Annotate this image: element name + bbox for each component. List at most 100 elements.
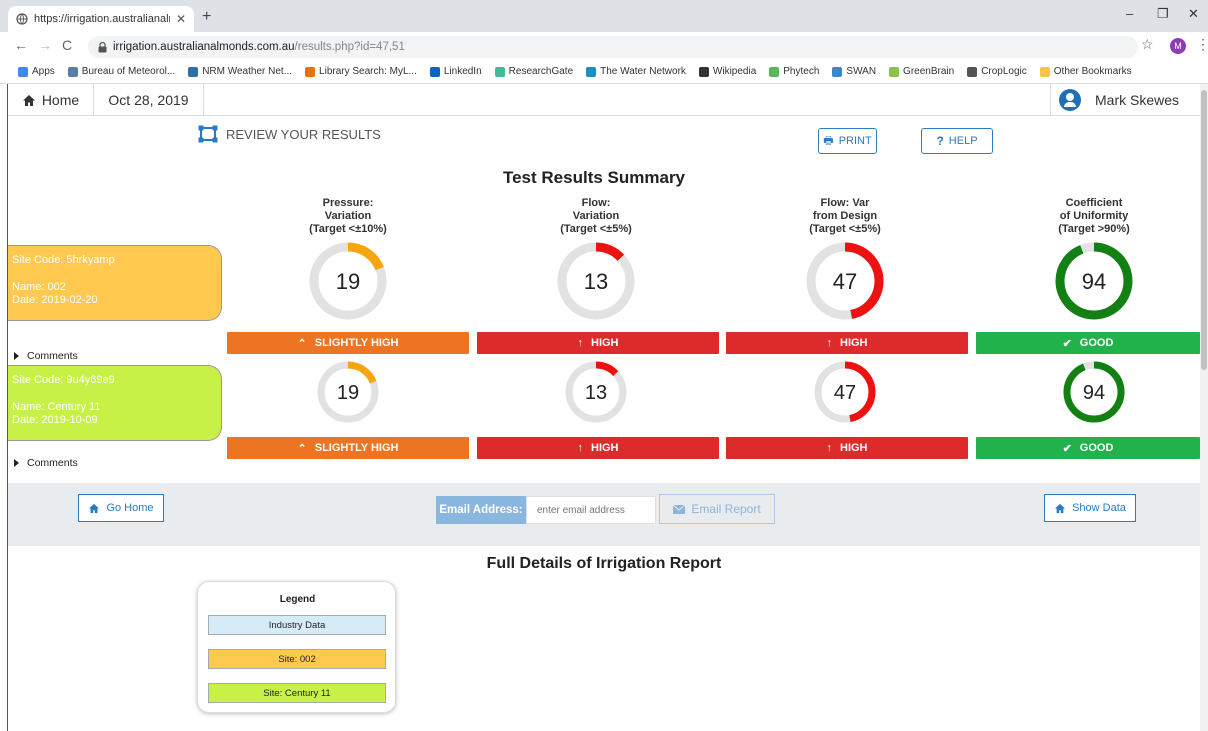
site-card[interactable]: Site Code: 9u4y69e9 Name: Century 11 Date:… [8, 365, 222, 441]
bookmark-item[interactable]: Library Search: MyL... [305, 66, 417, 77]
metric-value: 19 [336, 269, 360, 294]
bookmark-item[interactable]: GreenBrain [889, 66, 954, 77]
status-label: SLIGHTLY HIGH [314, 337, 399, 349]
restore-icon[interactable]: ❐ [1157, 6, 1169, 22]
status-label: HIGH [591, 442, 619, 454]
status-badge: ⌃ SLIGHTLY HIGH [227, 332, 469, 354]
bookmark-item[interactable]: Wikipedia [698, 66, 757, 77]
bookmark-label: Apps [32, 66, 55, 77]
bookmark-item[interactable]: LinkedIn [429, 66, 482, 77]
site-date: Date: 2019-10-09 [12, 414, 98, 426]
kebab-menu-icon[interactable]: ⋮ [1196, 36, 1208, 53]
metric-donut: 19 [317, 361, 379, 423]
bookmark-favicon-icon [305, 66, 316, 77]
column-header: Flow: Variation (Target <±5%) [521, 197, 671, 236]
bookmark-item[interactable]: Phytech [769, 66, 819, 77]
address-bar[interactable]: irrigation.australianalmonds.com.au/resu… [88, 36, 1138, 58]
help-button[interactable]: ? HELP [921, 128, 993, 154]
column-header-line: Flow: [581, 197, 611, 209]
metric-value: 19 [337, 382, 359, 404]
legend-item: Industry Data [208, 615, 386, 635]
bookmark-label: Bureau of Meteorol... [81, 66, 176, 77]
full-details-title: Full Details of Irrigation Report [486, 555, 722, 572]
close-tab-icon[interactable]: ✕ [176, 12, 186, 26]
new-tab-icon[interactable]: + [202, 8, 211, 26]
status-badge: ↑ HIGH [477, 332, 719, 354]
go-home-button[interactable]: Go Home [78, 494, 164, 522]
back-icon[interactable]: ← [14, 37, 28, 53]
close-window-icon[interactable]: ✕ [1188, 6, 1199, 22]
bookmark-favicon-icon [494, 66, 505, 77]
bookmark-label: The Water Network [600, 66, 686, 77]
bookmark-item[interactable]: Apps [18, 66, 55, 77]
column-header-line: Variation [572, 210, 620, 222]
vertical-scrollbar[interactable] [1200, 84, 1208, 731]
bookmark-item[interactable]: NRM Weather Net... [188, 66, 292, 77]
user-menu[interactable]: Mark Skewes [1050, 84, 1200, 116]
email-input[interactable] [526, 496, 656, 524]
envelope-icon [673, 504, 686, 514]
minimize-icon[interactable]: – [1126, 6, 1133, 21]
metric-value: 47 [834, 382, 856, 404]
bookmark-item[interactable]: CropLogic [967, 66, 1027, 77]
comments-toggle[interactable]: Comments [14, 457, 78, 469]
home-label: Home [41, 92, 80, 108]
lock-icon [98, 41, 107, 52]
bookmark-item[interactable]: SWAN [832, 66, 876, 77]
arrow-up-icon: ↑ [826, 337, 833, 349]
bookmarks-bar: Apps Bureau of Meteorol... NRM Weather Net… [0, 60, 1208, 84]
address-row: ← → C irrigation.australianalmonds.com.a… [0, 32, 1208, 60]
status-label: SLIGHTLY HIGH [314, 442, 399, 454]
reload-icon[interactable]: C [62, 37, 72, 53]
printer-icon: 🖶 [823, 134, 834, 147]
status-badge: ✔ GOOD [976, 332, 1200, 354]
print-label: PRINT [838, 135, 872, 147]
chevron-up-icon: ⌃ [297, 442, 307, 455]
column-header-line: Variation [324, 210, 372, 222]
bookmark-item[interactable]: ResearchGate [494, 66, 573, 77]
site-code: Site Code: 5hrkyamp [12, 254, 115, 266]
print-button[interactable]: 🖶 PRINT [818, 128, 877, 154]
header-date: Oct 28, 2019 [94, 84, 204, 116]
metric-donut: 13 [557, 242, 635, 320]
status-label: GOOD [1079, 442, 1114, 454]
caret-right-icon [14, 459, 19, 467]
comments-label: Comments [27, 457, 78, 469]
legend-box: Legend Industry Data Site: 002 Site: Centu… [197, 581, 396, 713]
email-address-label: Email Address: [436, 496, 526, 524]
site-card[interactable]: Site Code: 5hrkyamp Name: 002 Date: 2019-0… [8, 245, 222, 321]
metric-value: 13 [584, 269, 608, 294]
profile-avatar[interactable]: M [1170, 38, 1186, 54]
home-icon [89, 503, 100, 513]
comments-toggle[interactable]: Comments [14, 350, 78, 362]
site-name: Name: 002 [12, 281, 66, 293]
scrollbar-thumb[interactable] [1201, 90, 1207, 370]
email-report-button[interactable]: Email Report [659, 494, 775, 524]
home-icon [1055, 503, 1066, 513]
browser-tab[interactable]: https://irrigation.australianalmon ✕ [8, 6, 194, 32]
url-host: irrigation.australianalmonds.com.au [113, 41, 295, 53]
bookmark-item[interactable]: The Water Network [586, 66, 686, 77]
show-data-button[interactable]: Show Data [1044, 494, 1136, 522]
metric-value: 13 [585, 382, 607, 404]
bookmark-favicon-icon [67, 66, 78, 77]
forward-icon[interactable]: → [38, 37, 52, 53]
expand-frame-icon [198, 125, 218, 143]
help-label: HELP [948, 135, 978, 147]
metric-donut: 13 [565, 361, 627, 423]
bookmark-item[interactable]: Bureau of Meteorol... [67, 66, 176, 77]
column-header-line: of Uniformity [1059, 210, 1129, 222]
home-nav-button[interactable]: Home [8, 84, 94, 116]
bookmark-item[interactable]: Other Bookmarks [1039, 66, 1132, 77]
arrow-up-icon: ↑ [577, 337, 584, 349]
metric-donut: 94 [1055, 242, 1133, 320]
globe-icon [16, 13, 28, 25]
star-icon[interactable]: ☆ [1141, 36, 1154, 53]
column-header-line: (Target >90%) [1058, 223, 1130, 235]
status-badge: ↑ HIGH [477, 437, 719, 459]
bookmark-favicon-icon [429, 66, 440, 77]
bookmark-favicon-icon [586, 66, 597, 77]
caret-right-icon [14, 352, 19, 360]
user-name: Mark Skewes [1095, 92, 1180, 108]
bookmark-label: Wikipedia [712, 66, 757, 77]
